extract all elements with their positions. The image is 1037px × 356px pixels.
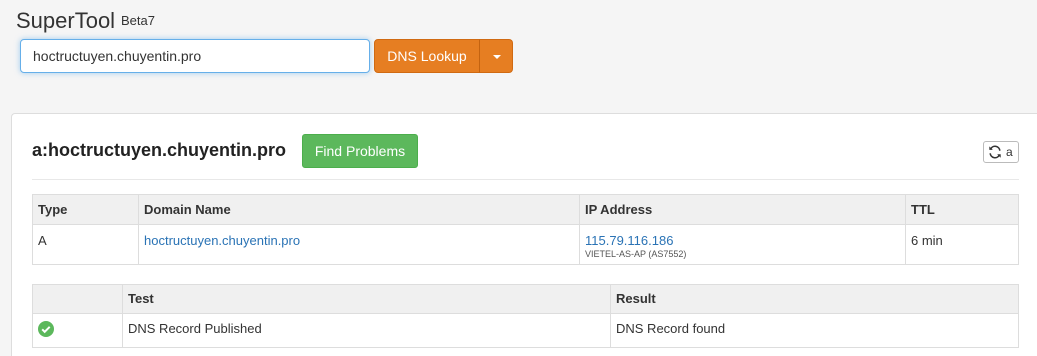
- refresh-icon: [989, 145, 1001, 159]
- dns-records-table: Type Domain Name IP Address TTL A hoctru…: [32, 194, 1019, 265]
- domain-link[interactable]: hoctructuyen.chuyentin.pro: [144, 233, 300, 248]
- column-header: Test: [122, 284, 611, 314]
- top-bar: SuperTool Beta7 DNS Lookup: [0, 0, 1037, 90]
- dns-lookup-button[interactable]: DNS Lookup: [374, 39, 480, 73]
- table-header-row: Type Domain Name IP Address TTL: [32, 194, 1019, 225]
- test-result: DNS Record found: [610, 313, 1019, 348]
- ip-address-link[interactable]: 115.79.116.186: [585, 233, 673, 248]
- ip-cell: 115.79.116.186 VIETEL-AS-AP (AS7552): [579, 224, 906, 265]
- test-name: DNS Record Published: [122, 313, 611, 348]
- divider: [32, 179, 1019, 180]
- column-header: IP Address: [579, 194, 906, 225]
- table-header-row: Test Result: [32, 284, 1019, 314]
- table-row: A hoctructuyen.chuyentin.pro 115.79.116.…: [32, 224, 1019, 265]
- column-header: Type: [32, 194, 139, 225]
- column-header: [32, 284, 123, 314]
- results-panel: a:hoctructuyen.chuyentin.pro Find Proble…: [11, 113, 1037, 356]
- ttl-value: 6 min: [905, 224, 1019, 265]
- find-problems-button[interactable]: Find Problems: [302, 134, 418, 168]
- lookup-dropdown-caret-button[interactable]: [479, 39, 513, 73]
- table-row: DNS Record Published DNS Record found: [32, 313, 1019, 348]
- tests-table: Test Result DNS Record Published DNS Rec…: [32, 284, 1019, 348]
- check-circle-icon: [38, 321, 54, 337]
- column-header: TTL: [905, 194, 1019, 225]
- record-type: A: [32, 224, 139, 265]
- column-header: Result: [610, 284, 1019, 314]
- refresh-label: a: [1006, 145, 1013, 159]
- app-title: SuperTool: [16, 8, 116, 33]
- refresh-button[interactable]: a: [983, 141, 1019, 163]
- asn-label: VIETEL-AS-AP (AS7552): [585, 249, 687, 259]
- status-cell: [32, 313, 123, 348]
- domain-search-input[interactable]: [20, 39, 370, 73]
- domain-cell: hoctructuyen.chuyentin.pro: [138, 224, 580, 265]
- app-version: Beta7: [121, 13, 155, 28]
- column-header: Domain Name: [138, 194, 580, 225]
- result-title: a:hoctructuyen.chuyentin.pro: [32, 140, 287, 160]
